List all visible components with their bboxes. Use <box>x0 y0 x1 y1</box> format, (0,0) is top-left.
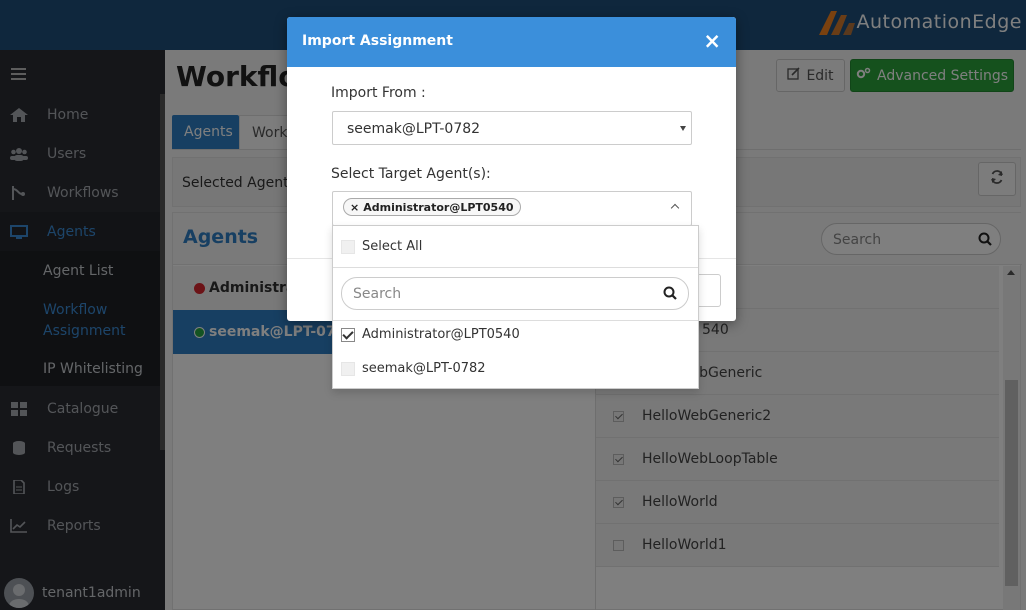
modal-header: Import Assignment × <box>287 17 736 67</box>
import-from-value: seemak@LPT-0782 <box>347 121 481 137</box>
search-placeholder: Search <box>353 286 402 302</box>
target-agents-multiselect[interactable]: × Administrator@LPT0540 <box>332 191 692 226</box>
chip-label: Administrator@LPT0540 <box>363 200 514 214</box>
chip-remove-icon[interactable]: × <box>350 201 359 214</box>
dropdown-search-input[interactable]: Search <box>341 277 689 310</box>
selected-agent-chip: × Administrator@LPT0540 <box>343 198 521 216</box>
modal-title: Import Assignment <box>302 33 453 49</box>
target-agents-dropdown: Select All Search Administrator@LPT0540 … <box>332 225 699 389</box>
agent-option-administrator[interactable]: Administrator@LPT0540 <box>333 327 698 342</box>
close-icon[interactable]: × <box>703 31 721 52</box>
dropdown-divider <box>333 267 698 268</box>
option-label: seemak@LPT-0782 <box>362 361 486 376</box>
dropdown-divider <box>333 320 698 321</box>
target-agents-label: Select Target Agent(s): <box>331 166 491 182</box>
import-from-label: Import From : <box>331 85 426 101</box>
agent-option-seemak[interactable]: seemak@LPT-0782 <box>333 361 698 376</box>
search-icon <box>663 286 677 304</box>
select-all-option[interactable]: Select All <box>333 239 698 254</box>
option-label: Administrator@LPT0540 <box>362 327 520 342</box>
select-all-label: Select All <box>362 239 423 254</box>
dropdown-arrow-icon <box>680 126 686 131</box>
select-all-checkbox[interactable] <box>341 239 355 254</box>
import-from-select[interactable]: seemak@LPT-0782 <box>332 111 692 145</box>
option-checkbox[interactable] <box>341 327 355 342</box>
option-checkbox[interactable] <box>341 361 355 376</box>
chevron-up-icon[interactable] <box>670 203 680 213</box>
